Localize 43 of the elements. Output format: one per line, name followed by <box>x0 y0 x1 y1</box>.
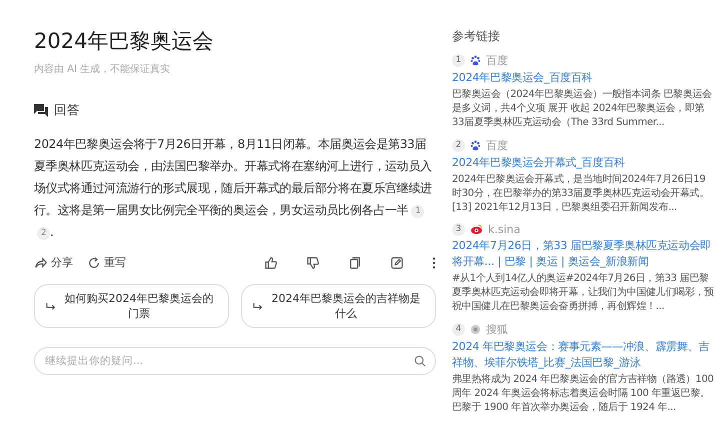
edit-icon[interactable] <box>390 256 404 270</box>
reference-link[interactable]: 2024年巴黎奥运会_百度百科 <box>452 70 714 86</box>
disclaimer: 内容由 AI 生成，不能保证真实 <box>34 62 172 76</box>
paw-icon <box>470 140 481 151</box>
return-arrow-icon <box>253 302 264 310</box>
source-name: 百度 <box>486 53 508 68</box>
reference-number: 2 <box>452 139 465 152</box>
source-name: 搜狐 <box>486 322 508 337</box>
question-field[interactable]: 继续提出你的疑问... <box>34 347 436 375</box>
more-icon[interactable] <box>432 256 436 270</box>
reference-snippet: #从1个人到14亿人的奥运#2024年7月26日，第33 届巴黎夏季奥林匹克运动会即将开幕，让我们为中国健儿们喝彩，预祝中国健儿在巴黎奥运会奋勇拼搏，再创辉煌！... <box>452 272 714 314</box>
reference-snippet: 巴黎奥运会（2024年巴黎奥运会）一般指本词条 巴黎奥运会是多义词，共4个义项 展开 收起 2024年巴黎奥运会，即第33届夏季奥林匹克运动会（The 33rd Summer... <box>452 88 713 130</box>
reference-snippet: 2024年巴黎奥运会开幕式，是当地时间2024年7月26日19时30分，在巴黎举办的第33届夏季奥林匹克运动会开幕式。 [13] 2021年12月13日，巴黎奥组委召开新闻发布... <box>452 173 710 215</box>
thumbs-up-icon[interactable] <box>264 256 278 270</box>
reference-link[interactable]: 2024 年巴黎奥运会：赛事元素——冲浪、霹雳舞、吉祥物、埃菲尔铁塔_比赛_法国巴黎_游泳 <box>452 339 714 371</box>
reference-link[interactable]: 2024年巴黎奥运会开幕式_百度百科 <box>452 155 714 171</box>
citation-link[interactable]: 2 <box>37 227 50 240</box>
answer-label: 回答 <box>54 102 80 119</box>
reference-number: 1 <box>452 54 465 67</box>
reference-snippet: 弗里热将成为 2024 年巴黎奥运会的官方吉祥物（路透）100 周年 2024 年奥运会将标志着奥运会时隔 100 年重返巴黎。巴黎于 1900 年首次举办奥运会，随后于 1924 年... <box>452 373 714 415</box>
page-title: 2024年巴黎奥运会 <box>34 28 214 55</box>
reference-number: 3 <box>452 223 465 236</box>
source-name: k.sina <box>488 223 520 236</box>
reference-link[interactable]: 2024年7月26日，第33 届巴黎夏季奥林匹克运动会即将开幕... | 巴黎 | 奥运 | 奥运会_新浪新闻 <box>452 238 714 270</box>
source-name: 百度 <box>486 138 508 153</box>
copy-icon[interactable] <box>348 256 362 270</box>
paw-icon <box>470 55 481 66</box>
thumbs-down-icon[interactable] <box>306 256 320 270</box>
action-button[interactable]: 重写 <box>87 255 126 270</box>
share-icon <box>34 256 48 270</box>
answer-text: 2024年巴黎奥运会将于7月26日开幕，8月11日闭幕。本届奥运会是第33届夏季奥林匹克运动会，由法国巴黎举办。开幕式将在塞纳河上进行，运动员入场仪式将通过河流游行的形式展现，随后开幕式的最后部分将在夏乐宫继续进行。这将是第一届男女比例完全平衡的奥运会，男女运动员比例各占一半 1 2 . <box>34 136 433 242</box>
search-icon <box>414 355 426 367</box>
return-arrow-icon <box>46 302 56 310</box>
reference-number: 4 <box>452 323 465 336</box>
suggestion-chip[interactable]: 如何购买2024年巴黎奥运会的门票 <box>34 284 229 328</box>
suggestion-chip[interactable]: 2024年巴黎奥运会的吉祥物是什么 <box>241 284 436 328</box>
references-title: 参考链接 <box>452 28 501 45</box>
chat-icon <box>34 104 48 117</box>
citation-link[interactable]: 1 <box>411 205 424 218</box>
refresh-icon <box>87 256 101 270</box>
action-button[interactable]: 分享 <box>34 255 73 270</box>
circle-icon <box>470 324 481 335</box>
eye-icon <box>470 224 483 235</box>
